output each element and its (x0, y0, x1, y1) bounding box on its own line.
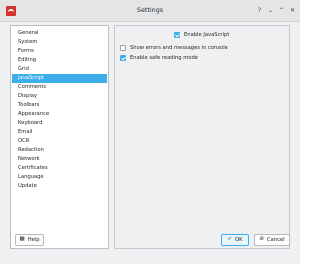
safe-reading-mode-label: Enable safe reading mode (130, 55, 198, 61)
sidebar-item-language[interactable]: Language (12, 173, 107, 182)
enable-javascript-label: Enable JavaScript (184, 32, 230, 38)
sidebar-item-comments[interactable]: Comments (12, 83, 107, 92)
sidebar-item-certificates[interactable]: Certificates (12, 164, 107, 173)
sidebar-item-email[interactable]: Email (12, 128, 107, 137)
show-errors-checkbox[interactable] (120, 45, 126, 51)
context-help-button[interactable]: ? (255, 6, 264, 15)
ok-button-label: OK (235, 237, 243, 243)
sidebar-item-redaction[interactable]: Redaction (12, 146, 107, 155)
javascript-settings-panel: Enable JavaScript Show errors and messag… (114, 25, 290, 249)
help-button-label: Help (27, 237, 40, 243)
show-errors-label: Show errors and messages in console (130, 45, 228, 51)
close-button[interactable]: ✕ (288, 6, 297, 15)
settings-category-list[interactable]: General System Forms Editing Grid JavaSc… (10, 25, 109, 249)
cancel-button[interactable]: ⊘ Cancel (254, 234, 290, 246)
help-button[interactable]: ▦ Help (15, 234, 44, 246)
minimize-button[interactable]: ⌄ (266, 6, 275, 15)
show-errors-option[interactable]: Show errors and messages in console (120, 45, 228, 51)
title-bar[interactable]: Settings ? ⌄ ⌃ ✕ (0, 0, 300, 22)
safe-reading-mode-option[interactable]: Enable safe reading mode (120, 55, 198, 61)
maximize-button[interactable]: ⌃ (277, 6, 286, 15)
cancel-icon: ⊘ (259, 236, 265, 243)
sidebar-item-general[interactable]: General (12, 29, 107, 38)
sidebar-item-appearance[interactable]: Appearance (12, 110, 107, 119)
dialog-body: General System Forms Editing Grid JavaSc… (0, 22, 300, 264)
checkmark-icon: ✓ (227, 236, 233, 243)
sidebar-item-update[interactable]: Update (12, 182, 107, 191)
enable-javascript-option[interactable]: Enable JavaScript (174, 32, 229, 38)
safe-reading-mode-checkbox[interactable] (120, 55, 126, 61)
help-icon: ▦ (19, 236, 25, 243)
sidebar-item-toolbars[interactable]: Toolbars (12, 101, 107, 110)
sidebar-item-network[interactable]: Network (12, 155, 107, 164)
sidebar-item-editing[interactable]: Editing (12, 56, 107, 65)
sidebar-item-javascript[interactable]: JavaScript (12, 74, 107, 83)
ok-button[interactable]: ✓ OK (221, 234, 249, 246)
settings-dialog: Settings ? ⌄ ⌃ ✕ General System Forms Ed… (0, 0, 300, 264)
sidebar-item-ocr[interactable]: OCR (12, 137, 107, 146)
sidebar-item-system[interactable]: System (12, 38, 107, 47)
cancel-button-label: Cancel (267, 237, 285, 243)
enable-javascript-checkbox[interactable] (174, 32, 180, 38)
sidebar-item-grid[interactable]: Grid (12, 65, 107, 74)
sidebar-item-display[interactable]: Display (12, 92, 107, 101)
sidebar-item-keyboard[interactable]: Keyboard (12, 119, 107, 128)
sidebar-item-forms[interactable]: Forms (12, 47, 107, 56)
